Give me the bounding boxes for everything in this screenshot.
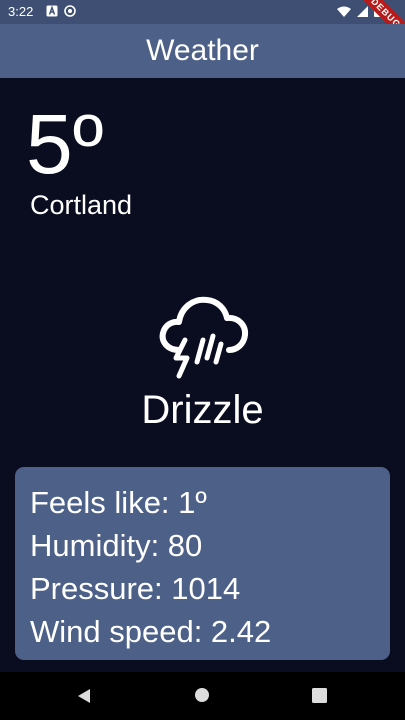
wifi-icon [337,6,351,17]
details-card: Feels like: 1º Humidity: 80 Pressure: 10… [15,467,390,660]
back-icon[interactable] [76,688,92,704]
screen: 3:22 DEBUG Weather 5º Cortland Drizzle F… [0,0,405,720]
temperature: 5º [26,97,104,191]
condition-label: Drizzle [141,388,264,432]
home-icon[interactable] [195,688,209,702]
humidity-text: Humidity: 80 [30,528,203,563]
pressure-text: Pressure: 1014 [30,571,241,606]
font-notification-icon [46,5,58,17]
signal-icon [357,5,368,17]
wind-speed-text: Wind speed: 2.42 [30,614,272,649]
city-name: Cortland [30,190,133,220]
status-bar: 3:22 DEBUG [0,0,405,50]
status-icons-left [46,5,76,17]
app-title: Weather [146,34,259,67]
feels-like-text: Feels like: 1º [30,485,207,520]
recents-icon[interactable] [312,688,327,703]
sync-notification-icon [64,5,76,17]
status-time: 3:22 [8,4,34,19]
app-bar: Weather [0,24,405,78]
cloud-drizzle-thunder-icon [159,296,249,379]
